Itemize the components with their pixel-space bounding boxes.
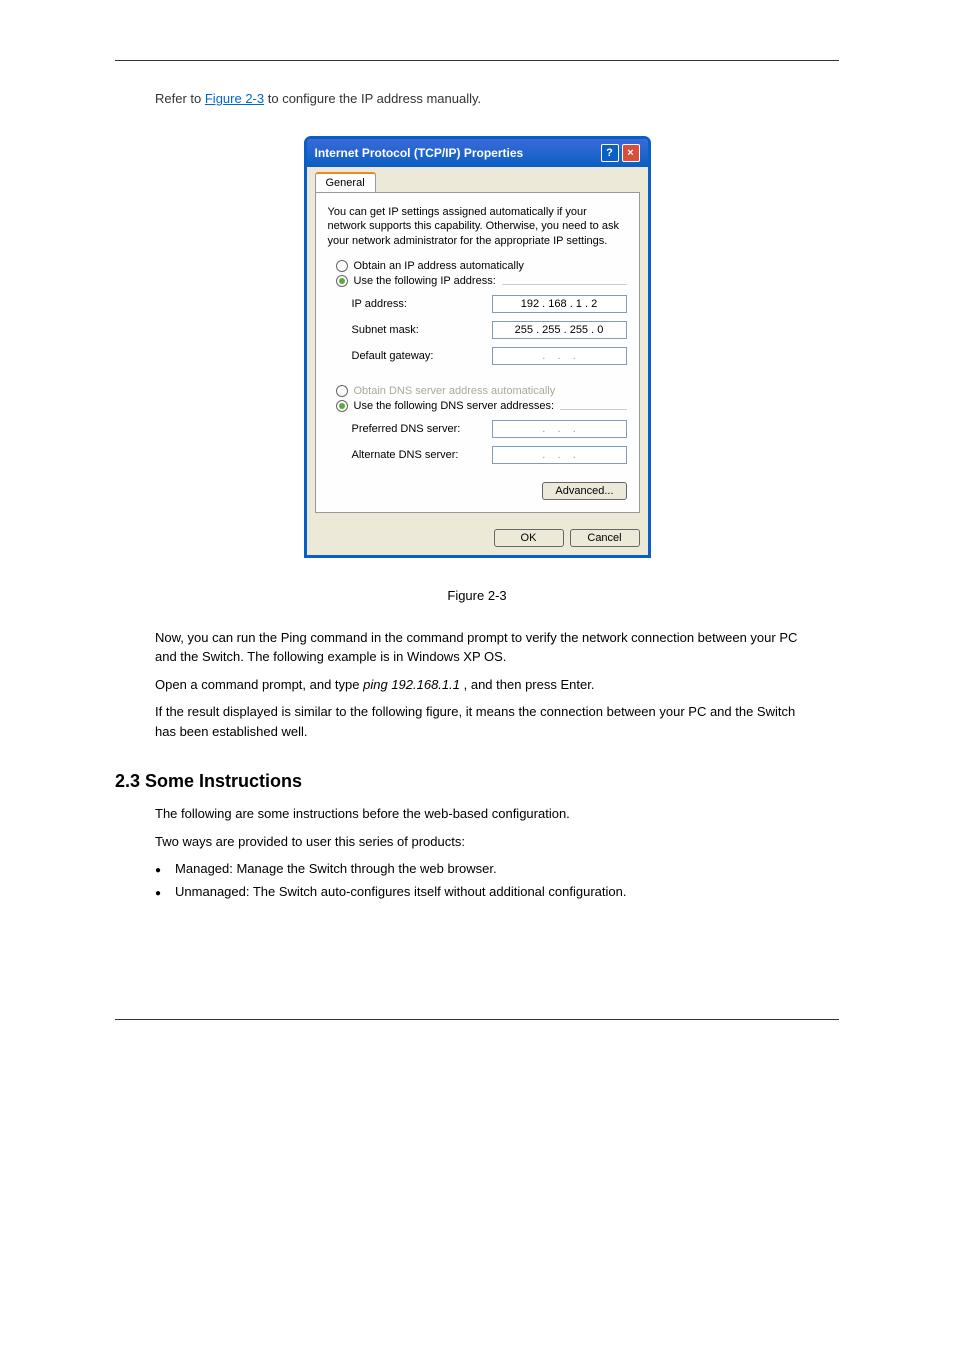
page-top-rule [115,60,839,61]
intro-text-after: to configure the IP address manually. [268,91,481,106]
bullet-text: Unmanaged: The Switch auto-configures it… [175,884,626,899]
list-item: ● Managed: Manage the Switch through the… [155,861,799,876]
dialog-body: You can get IP settings assigned automat… [315,192,640,513]
default-gateway-row: Default gateway: . . . [352,347,627,365]
page-bottom-rule [115,1019,839,1020]
radio-icon [336,275,348,287]
cancel-button[interactable]: Cancel [570,529,640,547]
radio-icon [336,400,348,412]
tab-strip: General [307,167,648,192]
bullet-text: Managed: Manage the Switch through the w… [175,861,497,876]
alternate-dns-input[interactable]: . . . [492,446,627,464]
preferred-dns-label: Preferred DNS server: [352,423,461,435]
tcpip-properties-dialog: Internet Protocol (TCP/IP) Properties ? … [304,136,651,558]
radio-icon [336,260,348,272]
radio-label: Obtain DNS server address automatically [354,385,556,397]
para-text: , and then press Enter. [464,677,595,692]
default-gateway-input[interactable]: . . . [492,347,627,365]
intro-text-before: Refer to [155,91,205,106]
section-heading: 2.3 Some Instructions [115,771,839,792]
ping-command: ping 192.168.1.1 [363,677,460,692]
dialog-description: You can get IP settings assigned automat… [328,205,627,248]
preferred-dns-row: Preferred DNS server: . . . [352,420,627,438]
ip-address-label: IP address: [352,298,407,310]
radio-icon [336,385,348,397]
para-result: If the result displayed is similar to th… [155,702,799,741]
help-icon[interactable]: ? [601,144,619,162]
bullet-list: ● Managed: Manage the Switch through the… [155,861,799,899]
subnet-mask-row: Subnet mask: 255 . 255 . 255 . 0 [352,321,627,339]
radio-obtain-dns-auto: Obtain DNS server address automatically [336,385,627,397]
radio-label: Use the following IP address: [354,275,496,287]
radio-obtain-ip-auto[interactable]: Obtain an IP address automatically [336,260,627,272]
dialog-titlebar: Internet Protocol (TCP/IP) Properties ? … [307,139,648,167]
ip-address-input[interactable]: 192 . 168 . 1 . 2 [492,295,627,313]
radio-use-following-dns[interactable]: Use the following DNS server addresses: [336,400,627,412]
ok-button[interactable]: OK [494,529,564,547]
bullet-icon: ● [155,865,161,876]
dialog-title-text: Internet Protocol (TCP/IP) Properties [315,146,524,160]
preferred-dns-input[interactable]: . . . [492,420,627,438]
titlebar-buttons: ? × [601,144,640,162]
close-icon[interactable]: × [622,144,640,162]
subnet-mask-label: Subnet mask: [352,324,419,336]
dialog-screenshot-wrapper: Internet Protocol (TCP/IP) Properties ? … [115,136,839,558]
alternate-dns-label: Alternate DNS server: [352,449,459,461]
para-ping-intro: Now, you can run the Ping command in the… [155,628,799,667]
alternate-dns-row: Alternate DNS server: . . . [352,446,627,464]
default-gateway-label: Default gateway: [352,350,434,362]
fieldset-rule [560,409,626,410]
subnet-mask-input[interactable]: 255 . 255 . 255 . 0 [492,321,627,339]
radio-label: Use the following DNS server addresses: [354,400,555,412]
list-item: ● Unmanaged: The Switch auto-configures … [155,884,799,899]
tab-general[interactable]: General [315,172,376,192]
radio-use-following-ip[interactable]: Use the following IP address: [336,275,627,287]
intro-line: Refer to Figure 2-3 to configure the IP … [155,91,839,106]
instructions-ways: Two ways are provided to user this serie… [155,832,799,852]
instructions-intro: The following are some instructions befo… [155,804,799,824]
para-ping-cmd: Open a command prompt, and type ping 192… [155,675,799,695]
figure-caption: Figure 2-3 [115,588,839,603]
dialog-footer: OK Cancel [307,521,648,555]
para-text: Open a command prompt, and type [155,677,363,692]
figure-link[interactable]: Figure 2-3 [205,91,264,106]
radio-label: Obtain an IP address automatically [354,260,524,272]
ip-address-row: IP address: 192 . 168 . 1 . 2 [352,295,627,313]
fieldset-rule [502,284,627,285]
advanced-button-row: Advanced... [328,482,627,500]
bullet-icon: ● [155,888,161,899]
advanced-button[interactable]: Advanced... [542,482,626,500]
